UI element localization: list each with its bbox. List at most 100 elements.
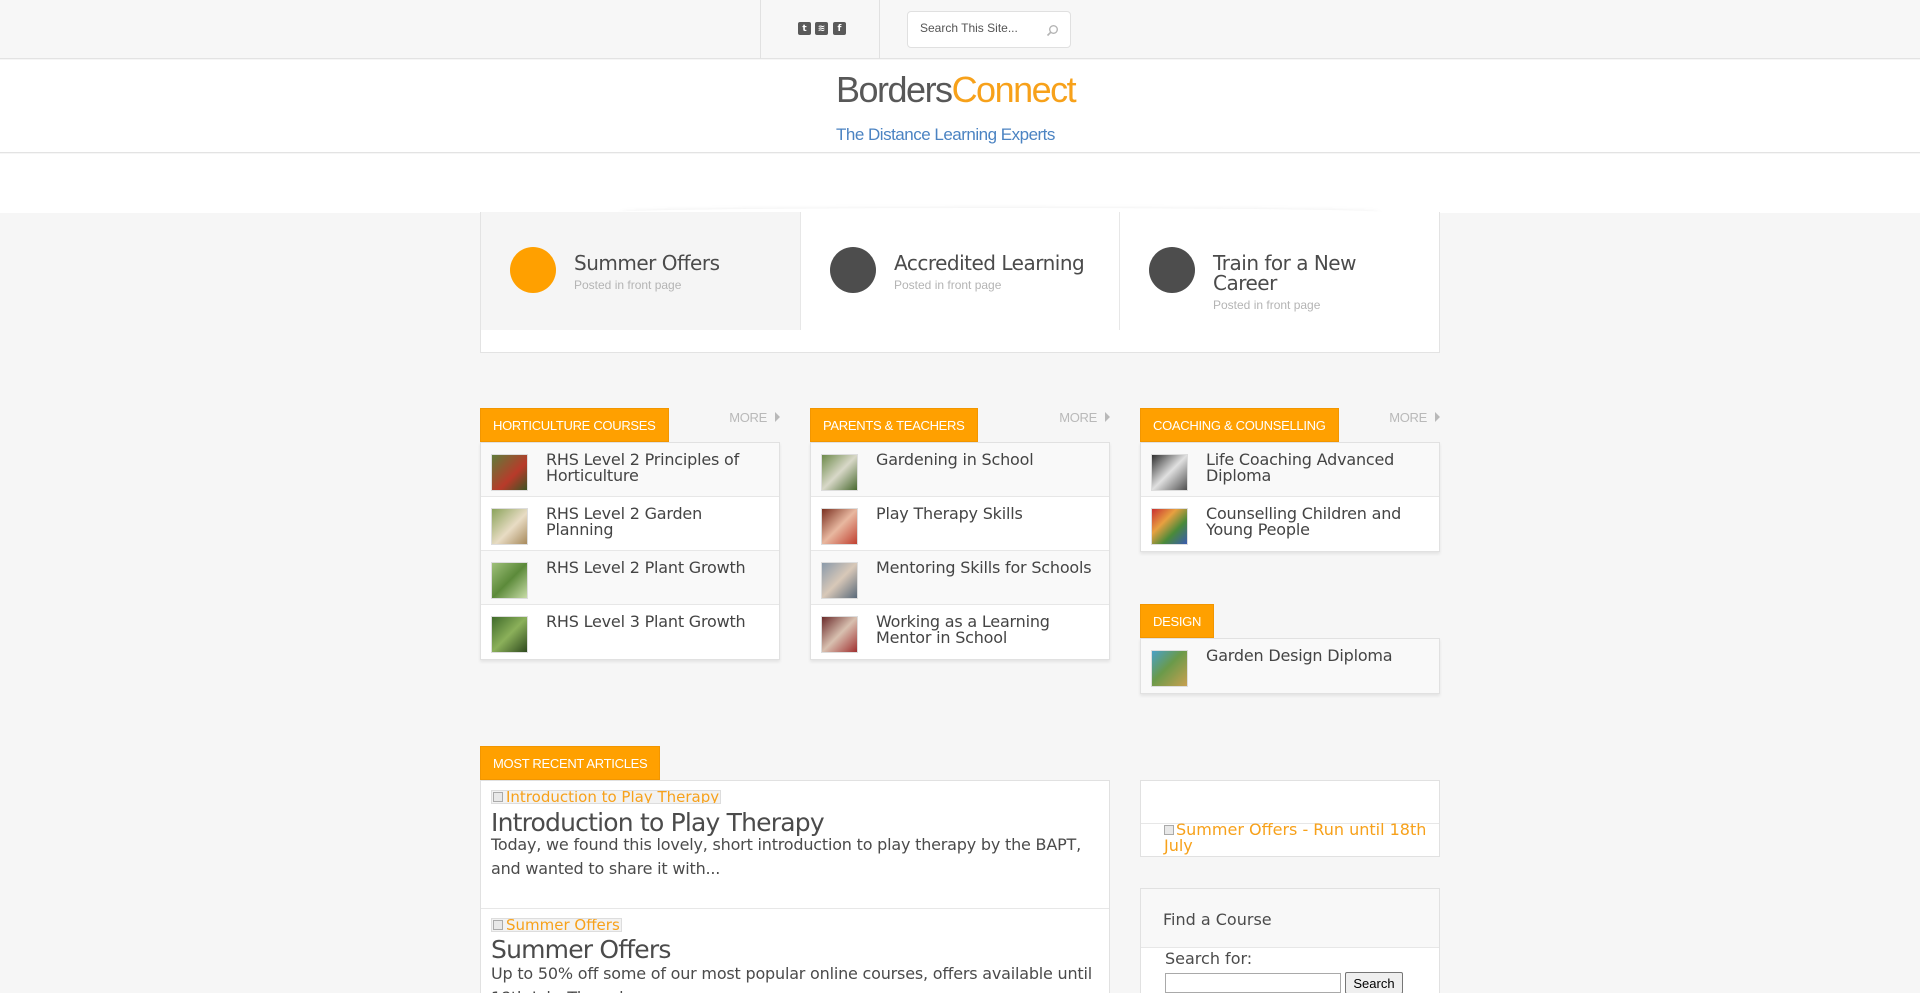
course-thumbnail[interactable]: [1151, 650, 1188, 687]
logo-part1: Borders: [836, 69, 953, 110]
course-thumbnail[interactable]: [1151, 508, 1188, 545]
course-title[interactable]: Working as a Learning Mentor in School: [876, 614, 1101, 646]
more-label: MORE: [729, 410, 767, 425]
course-thumbnail[interactable]: [1151, 454, 1188, 491]
broken-image-icon: [493, 920, 503, 930]
featured-dot: [510, 247, 556, 293]
more-label: MORE: [1389, 410, 1427, 425]
facebook-icon[interactable]: f: [833, 22, 846, 35]
list-item[interactable]: RHS Level 2 Principles of Horticulture: [481, 443, 779, 497]
article-image[interactable]: Introduction to Play Therapy: [491, 790, 721, 804]
course-thumbnail[interactable]: [491, 508, 528, 545]
site-search: [907, 11, 1071, 48]
search-input[interactable]: [920, 21, 1040, 35]
search-label: Search for:: [1165, 949, 1253, 968]
article: Introduction to Play Therapy Introductio…: [481, 781, 1109, 909]
more-label: MORE: [1059, 410, 1097, 425]
logo-part2: Connect: [951, 69, 1077, 110]
more-link[interactable]: MORE: [1059, 410, 1110, 425]
broken-image-icon: [493, 792, 503, 802]
arrow-right-icon: [1435, 412, 1440, 422]
ad-image-link[interactable]: Summer Offers - Run until 18th July: [1164, 822, 1434, 854]
featured-dot: [1149, 247, 1195, 293]
course-title[interactable]: Garden Design Diploma: [1206, 648, 1431, 664]
article-excerpt: Up to 50% off some of our most popular o…: [491, 964, 1092, 993]
twitter-icon[interactable]: t: [798, 22, 811, 35]
ad-image-alt: Summer Offers - Run until 18th July: [1164, 820, 1427, 855]
more-link[interactable]: MORE: [729, 410, 780, 425]
featured-title[interactable]: Train for a New Career: [1213, 253, 1423, 293]
featured-item[interactable]: Train for a New Career Posted in front p…: [1119, 212, 1439, 330]
list-item[interactable]: RHS Level 3 Plant Growth: [481, 605, 779, 659]
sidebar-ad: Summer Offers - Run until 18th July: [1140, 780, 1440, 857]
search-button[interactable]: Search: [1345, 972, 1403, 993]
widget-header: Find a Course: [1141, 889, 1439, 948]
featured-item[interactable]: Summer Offers Posted in front page: [481, 212, 801, 330]
list-item[interactable]: RHS Level 2 Garden Planning: [481, 497, 779, 551]
category-tab[interactable]: DESIGN: [1140, 604, 1215, 638]
article-image-alt: Introduction to Play Therapy: [506, 790, 720, 804]
featured-meta: Posted in front page: [574, 278, 682, 292]
course-thumbnail[interactable]: [821, 508, 858, 545]
article-image[interactable]: Summer Offers: [491, 918, 622, 932]
social-icons: t ≋ f: [760, 0, 880, 59]
course-thumbnail[interactable]: [821, 454, 858, 491]
featured-dot: [830, 247, 876, 293]
logo-tagline: The Distance Learning Experts: [836, 125, 1055, 144]
list-item[interactable]: Garden Design Diploma: [1141, 639, 1439, 693]
list-item[interactable]: Gardening in School: [811, 443, 1109, 497]
featured-title[interactable]: Summer Offers: [574, 253, 784, 273]
category-tab[interactable]: HORTICULTURE COURSES: [480, 408, 669, 442]
course-thumbnail[interactable]: [491, 454, 528, 491]
nav-band: [0, 154, 1920, 213]
category-tab[interactable]: PARENTS & TEACHERS: [810, 408, 978, 442]
course-title[interactable]: Mentoring Skills for Schools: [876, 560, 1101, 576]
more-link[interactable]: MORE: [1389, 410, 1440, 425]
arrow-right-icon: [775, 412, 780, 422]
course-thumbnail[interactable]: [491, 562, 528, 599]
course-list: Garden Design Diploma: [1140, 638, 1440, 694]
list-item[interactable]: Counselling Children and Young People: [1141, 497, 1439, 551]
site-logo[interactable]: BordersConnect The Distance Learning Exp…: [836, 72, 1086, 146]
recent-articles: Introduction to Play Therapy Introductio…: [480, 780, 1110, 993]
article-title[interactable]: Summer Offers: [491, 937, 671, 962]
top-bar: t ≋ f: [0, 0, 1920, 59]
logo-wordmark: BordersConnect: [836, 69, 1077, 110]
rss-icon[interactable]: ≋: [815, 22, 828, 35]
course-search-input[interactable]: [1165, 973, 1341, 993]
course-title[interactable]: RHS Level 2 Garden Planning: [546, 506, 771, 538]
course-title[interactable]: Counselling Children and Young People: [1206, 506, 1431, 538]
course-title[interactable]: RHS Level 2 Plant Growth: [546, 560, 771, 576]
featured-item[interactable]: Accredited Learning Posted in front page: [800, 212, 1120, 330]
category-tab[interactable]: COACHING & COUNSELLING: [1140, 408, 1339, 442]
course-title[interactable]: Gardening in School: [876, 452, 1101, 468]
course-thumbnail[interactable]: [491, 616, 528, 653]
list-item[interactable]: Working as a Learning Mentor in School: [811, 605, 1109, 659]
course-list: RHS Level 2 Principles of Horticulture R…: [480, 442, 780, 660]
featured-meta: Posted in front page: [1213, 298, 1321, 312]
article-excerpt: Today, we found this lovely, short intro…: [491, 835, 1081, 878]
course-thumbnail[interactable]: [821, 616, 858, 653]
list-item[interactable]: Life Coaching Advanced Diploma: [1141, 443, 1439, 497]
recent-articles-tab: MOST RECENT ARTICLES: [480, 746, 661, 780]
featured-title[interactable]: Accredited Learning: [894, 253, 1104, 273]
broken-image-icon: [1164, 825, 1174, 835]
article: Summer Offers Summer Offers Up to 50% of…: [481, 910, 1109, 993]
course-title[interactable]: Play Therapy Skills: [876, 506, 1101, 522]
search-icon[interactable]: [1046, 24, 1059, 37]
find-course-widget: Find a Course Search for: Search: [1140, 888, 1440, 993]
course-thumbnail[interactable]: [821, 562, 858, 599]
course-list: Life Coaching Advanced Diploma Counselli…: [1140, 442, 1440, 552]
course-title[interactable]: RHS Level 2 Principles of Horticulture: [546, 452, 771, 484]
course-title[interactable]: RHS Level 3 Plant Growth: [546, 614, 771, 630]
list-item[interactable]: Mentoring Skills for Schools: [811, 551, 1109, 605]
article-image-alt: Summer Offers: [506, 918, 620, 932]
article-title[interactable]: Introduction to Play Therapy: [491, 810, 825, 835]
list-item[interactable]: RHS Level 2 Plant Growth: [481, 551, 779, 605]
featured-slider: Summer Offers Posted in front page Accre…: [480, 212, 1440, 353]
widget-title: Find a Course: [1163, 910, 1272, 929]
arrow-right-icon: [1105, 412, 1110, 422]
list-item[interactable]: Play Therapy Skills: [811, 497, 1109, 551]
site-header: BordersConnect The Distance Learning Exp…: [0, 60, 1920, 153]
course-title[interactable]: Life Coaching Advanced Diploma: [1206, 452, 1431, 484]
